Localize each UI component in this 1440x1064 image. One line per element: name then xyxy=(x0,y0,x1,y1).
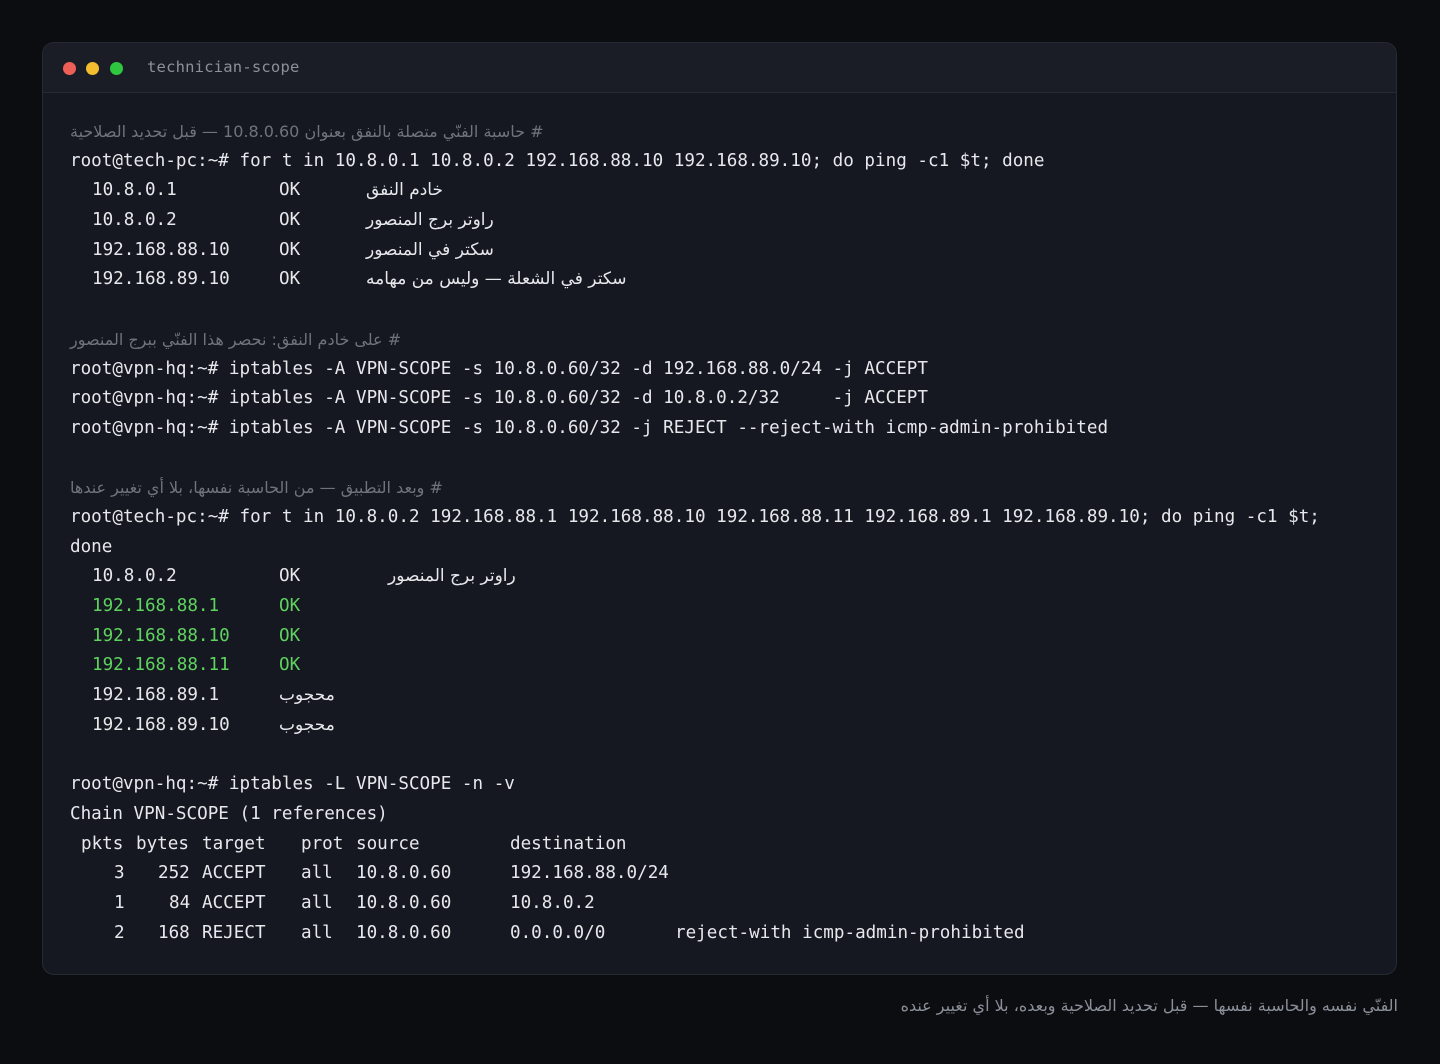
ping-ip: 10.8.0.1 xyxy=(92,180,177,201)
ping-status: OK xyxy=(279,596,301,616)
col-prot: prot xyxy=(301,833,344,854)
col-target: target xyxy=(202,833,266,854)
ping-result-row-allowed: 192.168.88.10 OK xyxy=(70,622,1376,652)
cell-source: 10.8.0.60 xyxy=(356,863,452,884)
ping-ip: 192.168.89.10 xyxy=(92,269,230,290)
ping-result-row: 192.168.88.10 OK سكتر في المنصور xyxy=(70,236,1376,266)
ping-result-row-allowed: 192.168.88.11 OK xyxy=(70,651,1376,681)
window-titlebar: technician-scope xyxy=(43,43,1396,93)
ping-note: راوتر برج المنصور xyxy=(366,210,494,231)
cell-bytes: 84 xyxy=(169,892,191,913)
ping-ip: 10.8.0.2 xyxy=(92,566,177,587)
cell-destination: 192.168.88.0/24 xyxy=(510,863,669,884)
close-window-button[interactable] xyxy=(63,62,76,75)
rules-table-row: 1 84 ACCEPT all 10.8.0.60 10.8.0.2 xyxy=(70,889,1376,919)
ping-result-row: 10.8.0.2 OK راوتر برج المنصور xyxy=(70,562,1376,592)
ping-status: محجوب xyxy=(279,685,335,706)
ping-result-row-blocked: 192.168.89.10 محجوب xyxy=(70,711,1376,741)
ping-ip: 192.168.89.1 xyxy=(92,685,220,706)
command-line-wrap: done xyxy=(70,536,113,557)
ping-note: سكتر في الشعلة — وليس من مهامه xyxy=(366,269,627,290)
col-source: source xyxy=(356,833,420,854)
cell-pkts: 3 xyxy=(114,863,125,884)
command-line: root@vpn-hq:~# iptables -A VPN-SCOPE -s … xyxy=(70,358,928,379)
maximize-window-button[interactable] xyxy=(110,62,123,75)
command-line: root@tech-pc:~# for t in 10.8.0.2 192.16… xyxy=(70,506,1320,527)
command-line: root@tech-pc:~# for t in 10.8.0.1 10.8.0… xyxy=(70,150,1045,171)
cell-prot: all xyxy=(301,892,333,913)
ping-note: خادم النفق xyxy=(366,180,443,201)
cell-source: 10.8.0.60 xyxy=(356,892,452,913)
ping-ip: 192.168.88.10 xyxy=(92,239,230,260)
cell-destination: 0.0.0.0/0 xyxy=(510,922,606,943)
ping-status: محجوب xyxy=(279,714,335,735)
ping-status: OK xyxy=(279,655,301,676)
cell-pkts: 1 xyxy=(114,892,125,913)
ping-status: OK xyxy=(279,210,301,231)
cell-extra: reject-with icmp-admin-prohibited xyxy=(675,922,1025,943)
rules-table-row: 3 252 ACCEPT all 10.8.0.60 192.168.88.0/… xyxy=(70,859,1376,889)
ping-ip: 192.168.88.11 xyxy=(92,655,230,676)
ping-result-row-blocked: 192.168.89.1 محجوب xyxy=(70,681,1376,711)
cell-bytes: 252 xyxy=(158,863,190,884)
cell-source: 10.8.0.60 xyxy=(356,922,452,943)
chain-header: Chain VPN-SCOPE (1 references) xyxy=(70,803,388,824)
rules-table-row: 2 168 REJECT all 10.8.0.60 0.0.0.0/0 rej… xyxy=(70,919,1376,949)
rules-table-header: pkts bytes target prot source destinatio… xyxy=(70,830,1376,860)
ping-status: OK xyxy=(279,566,301,587)
ping-ip: 10.8.0.2 xyxy=(92,210,177,231)
ping-status: OK xyxy=(279,239,301,260)
cell-prot: all xyxy=(301,922,333,943)
ping-ip: 192.168.89.10 xyxy=(92,714,230,735)
cell-bytes: 168 xyxy=(158,922,190,943)
command-line: root@vpn-hq:~# iptables -L VPN-SCOPE -n … xyxy=(70,774,515,795)
ping-result-row: 192.168.89.10 OK سكتر في الشعلة — وليس م… xyxy=(70,265,1376,295)
ping-note: سكتر في المنصور xyxy=(366,239,494,260)
comment-line: # على خادم النفق: نحصر هذا الفنّي ببرج ا… xyxy=(70,329,402,349)
ping-status: OK xyxy=(279,269,301,290)
figure-caption: الفنّي نفسه والحاسبة نفسها — قبل تحديد ا… xyxy=(900,996,1398,1015)
cell-target: ACCEPT xyxy=(202,892,266,913)
col-bytes: bytes xyxy=(136,833,189,854)
ping-ip: 192.168.88.10 xyxy=(92,625,230,646)
window-title: technician-scope xyxy=(147,58,300,76)
ping-result-row-allowed: 192.168.88.1 OK xyxy=(70,592,1376,622)
cell-target: REJECT xyxy=(202,922,266,943)
ping-result-row: 10.8.0.1 OK خادم النفق xyxy=(70,176,1376,206)
terminal-output: # حاسبة الفنّي متصلة بالنفق بعنوان 10.8.… xyxy=(70,117,1376,948)
cell-destination: 10.8.0.2 xyxy=(510,892,595,913)
col-destination: destination xyxy=(510,833,627,854)
cell-pkts: 2 xyxy=(114,922,125,943)
ping-status: OK xyxy=(279,180,301,201)
cell-target: ACCEPT xyxy=(202,863,266,884)
terminal-window: technician-scope # حاسبة الفنّي متصلة با… xyxy=(42,42,1397,975)
comment-line: # حاسبة الفنّي متصلة بالنفق بعنوان 10.8.… xyxy=(70,122,544,141)
col-pkts: pkts xyxy=(81,833,124,854)
comment-line: # وبعد التطبيق — من الحاسبة نفسها، بلا أ… xyxy=(70,478,443,498)
ping-ip: 192.168.88.1 xyxy=(92,596,220,616)
ping-result-row: 10.8.0.2 OK راوتر برج المنصور xyxy=(70,206,1376,236)
cell-prot: all xyxy=(301,863,333,884)
command-line: root@vpn-hq:~# iptables -A VPN-SCOPE -s … xyxy=(70,388,928,409)
ping-note: راوتر برج المنصور xyxy=(388,566,516,587)
command-line: root@vpn-hq:~# iptables -A VPN-SCOPE -s … xyxy=(70,417,1109,438)
ping-status: OK xyxy=(279,625,301,646)
minimize-window-button[interactable] xyxy=(86,62,99,75)
